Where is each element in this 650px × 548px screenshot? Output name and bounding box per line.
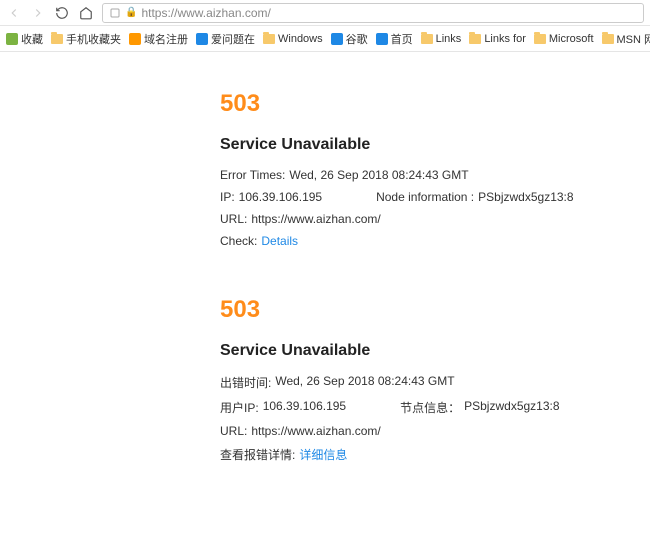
star-icon [6,33,18,45]
error-time-row: 出错时间: Wed, 26 Sep 2018 08:24:43 GMT [220,374,650,391]
ip-label: 用户IP: [220,399,259,416]
bookmark-label: MSN 网 [617,31,650,47]
check-label: 查看报错详情: [220,446,295,463]
check-row: 查看报错详情: 详细信息 [220,446,650,463]
folder-icon [534,34,546,44]
time-label: 出错时间: [220,374,271,391]
url-label: URL: [220,424,247,438]
node-value: PSbjzwdx5gz13:8 [464,399,559,416]
bookmark-label: Links [436,33,462,45]
ip-value: 106.39.106.195 [239,190,322,204]
bookmark-item[interactable]: 收藏 [6,31,43,47]
bookmark-label: Windows [278,33,323,45]
status-code: 503 [220,90,650,118]
bookmark-item[interactable]: Links [421,33,462,45]
bookmark-item[interactable]: 域名注册 [129,31,188,47]
forward-button[interactable] [30,5,46,21]
back-button[interactable] [6,5,22,21]
status-title: Service Unavailable [220,342,650,360]
error-block-en: 503 Service Unavailable Error Times: Wed… [220,90,650,248]
lock-icon: 🔒 [125,7,137,18]
reload-button[interactable] [54,5,70,21]
status-title: Service Unavailable [220,136,650,154]
bookmark-label: 手机收藏夹 [66,31,121,47]
bookmark-label: 首页 [391,31,413,47]
check-row: Check: Details [220,234,650,248]
folder-icon [51,34,63,44]
ip-node-row: IP: 106.39.106.195 Node information : PS… [220,190,650,204]
details-link[interactable]: Details [261,234,298,248]
ip-value: 106.39.106.195 [263,399,346,416]
bookmark-item[interactable]: Links for [469,33,526,45]
site-icon [331,33,343,45]
status-code: 503 [220,296,650,324]
folder-icon [602,34,614,44]
ip-node-row: 用户IP: 106.39.106.195 节点信息： PSbjzwdx5gz13… [220,399,650,416]
bookmark-item[interactable]: Microsoft [534,33,594,45]
bookmark-item[interactable]: 首页 [376,31,413,47]
url-text: https://www.aizhan.com/ [141,6,637,20]
bookmark-label: 收藏 [21,31,43,47]
bookmark-label: 爱问题在 [211,31,255,47]
time-value: Wed, 26 Sep 2018 08:24:43 GMT [275,374,454,391]
node-value: PSbjzwdx5gz13:8 [478,190,573,204]
node-label: 节点信息： [400,399,460,416]
site-icon [129,33,141,45]
bookmark-item[interactable]: 爱问题在 [196,31,255,47]
time-label: Error Times: [220,168,285,182]
site-icon [376,33,388,45]
bookmarks-bar: 收藏 手机收藏夹 域名注册 爱问题在 Windows 谷歌 首页 Links L… [0,26,650,52]
site-icon [196,33,208,45]
folder-icon [421,34,433,44]
time-value: Wed, 26 Sep 2018 08:24:43 GMT [289,168,468,182]
bookmark-label: Links for [484,33,526,45]
bookmark-label: Microsoft [549,33,594,45]
check-label: Check: [220,234,257,248]
error-time-row: Error Times: Wed, 26 Sep 2018 08:24:43 G… [220,168,650,182]
site-info-icon[interactable] [109,7,121,19]
url-row: URL: https://www.aizhan.com/ [220,212,650,226]
bookmark-item[interactable]: MSN 网 [602,31,650,47]
node-label: Node information : [376,190,474,204]
folder-icon [263,34,275,44]
url-row: URL: https://www.aizhan.com/ [220,424,650,438]
bookmark-item[interactable]: 手机收藏夹 [51,31,121,47]
url-value: https://www.aizhan.com/ [251,212,380,226]
page-content: 503 Service Unavailable Error Times: Wed… [0,52,650,463]
bookmark-item[interactable]: Windows [263,33,323,45]
home-button[interactable] [78,5,94,21]
url-value: https://www.aizhan.com/ [251,424,380,438]
browser-toolbar: 🔒 https://www.aizhan.com/ [0,0,650,26]
bookmark-label: 域名注册 [144,31,188,47]
folder-icon [469,34,481,44]
address-bar[interactable]: 🔒 https://www.aizhan.com/ [102,3,644,23]
bookmark-label: 谷歌 [346,31,368,47]
bookmark-item[interactable]: 谷歌 [331,31,368,47]
error-block-zh: 503 Service Unavailable 出错时间: Wed, 26 Se… [220,296,650,463]
ip-label: IP: [220,190,235,204]
details-link[interactable]: 详细信息 [299,446,347,463]
url-label: URL: [220,212,247,226]
